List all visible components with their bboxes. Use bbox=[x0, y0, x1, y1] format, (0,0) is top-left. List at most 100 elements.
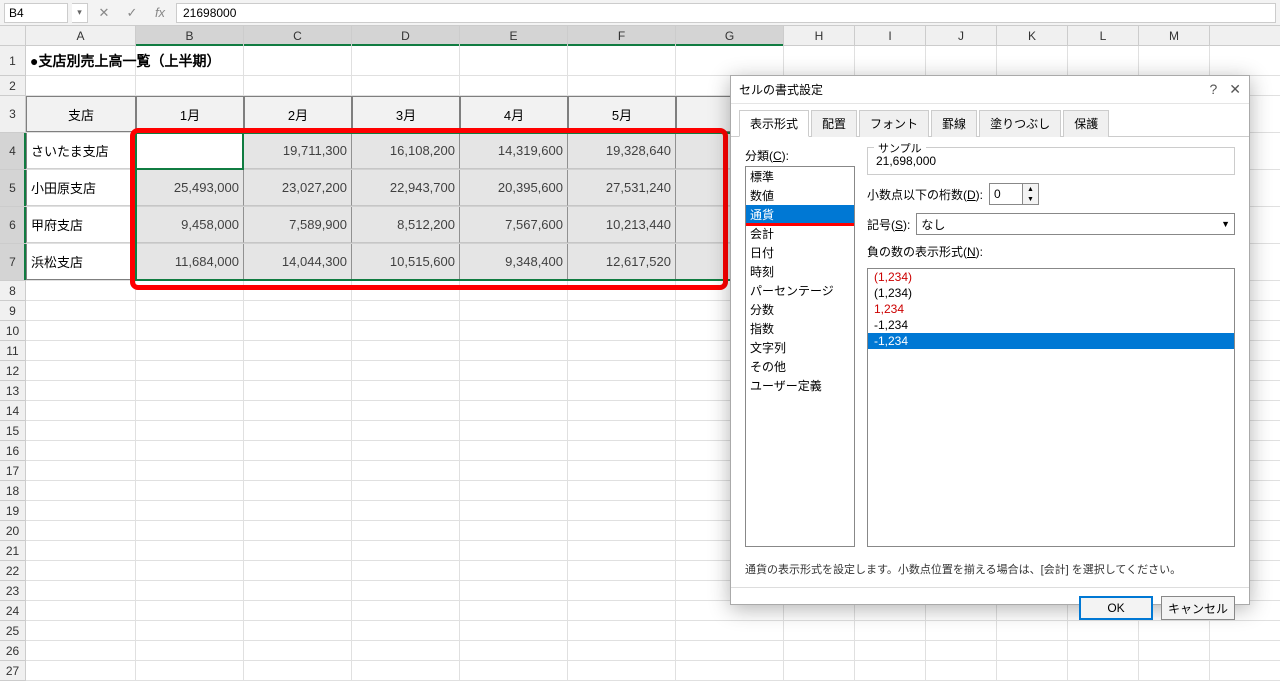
category-item[interactable]: パーセンテージ bbox=[746, 281, 854, 300]
data-cell: 19,328,640 bbox=[568, 133, 676, 169]
row-header-26[interactable]: 26 bbox=[0, 641, 26, 661]
row-header-8[interactable]: 8 bbox=[0, 281, 26, 301]
row-header-5[interactable]: 5 bbox=[0, 170, 26, 207]
formula-input[interactable]: 21698000 bbox=[176, 3, 1276, 23]
tab-number-format[interactable]: 表示形式 bbox=[739, 110, 809, 137]
row-header-4[interactable]: 4 bbox=[0, 133, 26, 170]
data-cell: 7,567,600 bbox=[460, 207, 568, 243]
tab-alignment[interactable]: 配置 bbox=[811, 110, 857, 137]
row-header-15[interactable]: 15 bbox=[0, 421, 26, 441]
select-all-corner[interactable] bbox=[0, 26, 26, 45]
symbol-value: なし bbox=[921, 216, 945, 233]
row-header-24[interactable]: 24 bbox=[0, 601, 26, 621]
category-item[interactable]: ユーザー定義 bbox=[746, 376, 854, 395]
row-header-3[interactable]: 3 bbox=[0, 96, 26, 133]
neg-option[interactable]: (1,234) bbox=[868, 269, 1234, 285]
neg-option[interactable]: -1,234 bbox=[868, 317, 1234, 333]
row-header-21[interactable]: 21 bbox=[0, 541, 26, 561]
header-m3: 3月 bbox=[352, 96, 460, 132]
data-cell: 9,348,400 bbox=[460, 244, 568, 280]
spin-down-icon[interactable]: ▼ bbox=[1023, 194, 1038, 204]
row-header-27[interactable]: 27 bbox=[0, 661, 26, 681]
sheet-title: ●支店別売上高一覧（上半期） bbox=[26, 46, 136, 75]
col-header-I[interactable]: I bbox=[855, 26, 926, 45]
category-item[interactable]: 指数 bbox=[746, 319, 854, 338]
format-description: 通貨の表示形式を設定します。小数点位置を揃える場合は、[会計] を選択してくださ… bbox=[731, 557, 1249, 587]
neg-option-selected[interactable]: -1,234 bbox=[868, 333, 1234, 349]
data-cell: 12,617,520 bbox=[568, 244, 676, 280]
neg-option[interactable]: (1,234) bbox=[868, 285, 1234, 301]
row-header-2[interactable]: 2 bbox=[0, 76, 26, 96]
sample-value: 21,698,000 bbox=[876, 154, 1226, 168]
data-cell: 9,458,000 bbox=[136, 207, 244, 243]
row-header-16[interactable]: 16 bbox=[0, 441, 26, 461]
fx-icon[interactable]: fx bbox=[148, 3, 172, 23]
row-header-22[interactable]: 22 bbox=[0, 561, 26, 581]
name-box-dropdown[interactable]: ▾ bbox=[72, 3, 88, 23]
cancel-button[interactable]: キャンセル bbox=[1161, 596, 1235, 620]
category-item[interactable]: 会計 bbox=[746, 224, 854, 243]
col-header-C[interactable]: C bbox=[244, 26, 352, 45]
row-header-18[interactable]: 18 bbox=[0, 481, 26, 501]
ok-button[interactable]: OK bbox=[1079, 596, 1153, 620]
row-header-20[interactable]: 20 bbox=[0, 521, 26, 541]
col-header-M[interactable]: M bbox=[1139, 26, 1210, 45]
cancel-icon[interactable]: ✕ bbox=[92, 3, 116, 23]
row-header-1[interactable]: 1 bbox=[0, 46, 26, 76]
col-header-J[interactable]: J bbox=[926, 26, 997, 45]
category-item[interactable]: 分数 bbox=[746, 300, 854, 319]
col-header-K[interactable]: K bbox=[997, 26, 1068, 45]
row-header-9[interactable]: 9 bbox=[0, 301, 26, 321]
col-header-H[interactable]: H bbox=[784, 26, 855, 45]
row-header-14[interactable]: 14 bbox=[0, 401, 26, 421]
data-cell: 20,395,600 bbox=[460, 170, 568, 206]
data-cell: 11,684,000 bbox=[136, 244, 244, 280]
tab-font[interactable]: フォント bbox=[859, 110, 929, 137]
row-header-10[interactable]: 10 bbox=[0, 321, 26, 341]
close-icon[interactable]: ✕ bbox=[1229, 81, 1241, 98]
col-header-D[interactable]: D bbox=[352, 26, 460, 45]
branch-name: 甲府支店 bbox=[26, 207, 136, 243]
row-header-17[interactable]: 17 bbox=[0, 461, 26, 481]
col-header-E[interactable]: E bbox=[460, 26, 568, 45]
header-m5: 5月 bbox=[568, 96, 676, 132]
row-header-25[interactable]: 25 bbox=[0, 621, 26, 641]
row-header-11[interactable]: 11 bbox=[0, 341, 26, 361]
format-cells-dialog: セルの書式設定 ? ✕ 表示形式 配置 フォント 罫線 塗りつぶし 保護 分類(… bbox=[730, 75, 1250, 605]
spin-up-icon[interactable]: ▲ bbox=[1023, 184, 1038, 194]
confirm-icon[interactable]: ✓ bbox=[120, 3, 144, 23]
row-header-12[interactable]: 12 bbox=[0, 361, 26, 381]
column-headers: A B C D E F G H I J K L M bbox=[0, 26, 1280, 46]
data-cell: 16,108,200 bbox=[352, 133, 460, 169]
symbol-combo[interactable]: なし ▼ bbox=[916, 213, 1235, 235]
col-header-B[interactable]: B bbox=[136, 26, 244, 45]
category-item-currency[interactable]: 通貨 bbox=[746, 205, 854, 224]
row-header-23[interactable]: 23 bbox=[0, 581, 26, 601]
col-header-A[interactable]: A bbox=[26, 26, 136, 45]
help-icon[interactable]: ? bbox=[1209, 81, 1217, 98]
tab-fill[interactable]: 塗りつぶし bbox=[979, 110, 1061, 137]
col-header-G[interactable]: G bbox=[676, 26, 784, 45]
category-item[interactable]: 時刻 bbox=[746, 262, 854, 281]
category-item[interactable]: 文字列 bbox=[746, 338, 854, 357]
negatives-list[interactable]: (1,234) (1,234) 1,234 -1,234 -1,234 bbox=[867, 268, 1235, 547]
name-box[interactable]: B4 bbox=[4, 3, 68, 23]
header-m2: 2月 bbox=[244, 96, 352, 132]
category-item[interactable]: 標準 bbox=[746, 167, 854, 186]
tab-protection[interactable]: 保護 bbox=[1063, 110, 1109, 137]
category-item[interactable]: 日付 bbox=[746, 243, 854, 262]
col-header-L[interactable]: L bbox=[1068, 26, 1139, 45]
data-cell: 27,531,240 bbox=[568, 170, 676, 206]
neg-option[interactable]: 1,234 bbox=[868, 301, 1234, 317]
category-item[interactable]: 数値 bbox=[746, 186, 854, 205]
col-header-F[interactable]: F bbox=[568, 26, 676, 45]
dialog-titlebar[interactable]: セルの書式設定 ? ✕ bbox=[731, 76, 1249, 104]
category-list[interactable]: 標準 数値 通貨 会計 日付 時刻 パーセンテージ 分数 指数 文字列 その他 … bbox=[745, 166, 855, 547]
tab-border[interactable]: 罫線 bbox=[931, 110, 977, 137]
row-header-19[interactable]: 19 bbox=[0, 501, 26, 521]
decimals-spinner[interactable]: 0 ▲▼ bbox=[989, 183, 1039, 205]
row-header-7[interactable]: 7 bbox=[0, 244, 26, 281]
category-item[interactable]: その他 bbox=[746, 357, 854, 376]
row-header-6[interactable]: 6 bbox=[0, 207, 26, 244]
row-header-13[interactable]: 13 bbox=[0, 381, 26, 401]
